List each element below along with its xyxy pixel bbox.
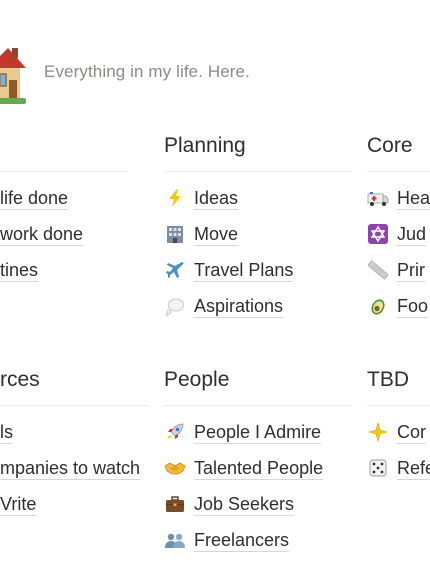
page-link-label: Refe — [397, 457, 430, 480]
page-link-label: ls — [0, 421, 13, 444]
page-link-label: Jud — [397, 223, 427, 246]
people-silhouettes-icon — [164, 529, 186, 551]
star-of-david-icon — [367, 223, 389, 245]
thought-bubble-icon — [164, 295, 186, 317]
page-link-label: Travel Plans — [194, 259, 294, 282]
section-title-people: People — [164, 368, 230, 391]
section-title-tbd: TBD — [367, 368, 409, 391]
page-link-talented-people[interactable]: Talented People — [164, 454, 324, 482]
page-link-cor[interactable]: Cor — [367, 418, 427, 446]
page-link-label: People I Admire — [194, 421, 322, 444]
page-link-freelancers[interactable]: Freelancers — [164, 526, 290, 554]
page-link-work-done[interactable]: work done — [0, 220, 84, 248]
page-link-label: Cor — [397, 421, 427, 444]
avocado-icon — [367, 295, 389, 317]
page-link-label: life done — [0, 187, 69, 210]
page-link-life-done[interactable]: life done — [0, 184, 69, 212]
section-divider — [164, 405, 352, 406]
sparkle-star-icon — [367, 421, 389, 443]
page-link-move[interactable]: Move — [164, 220, 239, 248]
page-link-ideas[interactable]: Ideas — [164, 184, 239, 212]
page-link-job-seekers[interactable]: Job Seekers — [164, 490, 295, 518]
section-divider — [0, 171, 128, 172]
page-link-judaism[interactable]: Jud — [367, 220, 427, 248]
ruler-icon — [367, 259, 389, 281]
house-icon — [0, 48, 26, 104]
page-link-principles[interactable]: Prir — [367, 256, 425, 284]
page-link-label: Talented People — [194, 457, 324, 480]
office-building-icon — [164, 223, 186, 245]
page-link-label: Hea — [397, 187, 430, 210]
page-link-label: Foo — [397, 295, 429, 318]
page-link-label: Aspirations — [194, 295, 284, 318]
page-link-label: Prir — [397, 259, 425, 282]
section-title-core: Core — [367, 134, 413, 157]
lightning-icon — [164, 187, 186, 209]
page-link-label: Move — [194, 223, 239, 246]
dice-icon — [367, 457, 389, 479]
page-link-write[interactable]: Vrite — [0, 490, 37, 518]
page-link-label: Ideas — [194, 187, 239, 210]
handshake-icon — [164, 457, 186, 479]
page-link-health[interactable]: Hea — [367, 184, 430, 212]
page-link-label: Freelancers — [194, 529, 290, 552]
section-divider — [367, 405, 430, 406]
page-link-aspirations[interactable]: Aspirations — [164, 292, 284, 320]
briefcase-icon — [164, 493, 186, 515]
page-link-label: mpanies to watch — [0, 457, 141, 480]
page-link-routines[interactable]: tines — [0, 256, 39, 284]
ambulance-icon — [367, 187, 389, 209]
section-divider — [164, 171, 352, 172]
page-link-label: tines — [0, 259, 39, 282]
page-link-travel-plans[interactable]: Travel Plans — [164, 256, 294, 284]
section-divider — [0, 405, 148, 406]
page-subtitle: Everything in my life. Here. — [44, 62, 250, 81]
section-title-resources: rces — [0, 368, 40, 391]
section-title-planning: Planning — [164, 134, 246, 157]
airplane-icon — [164, 259, 186, 281]
page-link-food[interactable]: Foo — [367, 292, 429, 320]
page-link-companies-to-watch[interactable]: mpanies to watch — [0, 454, 141, 482]
page-link-label: work done — [0, 223, 84, 246]
section-divider — [367, 171, 430, 172]
page-link-label: Vrite — [0, 493, 37, 516]
page-link-label: Job Seekers — [194, 493, 295, 516]
rocket-icon — [164, 421, 186, 443]
page-link-refe[interactable]: Refe — [367, 454, 430, 482]
page-link-tools[interactable]: ls — [0, 418, 13, 446]
page-link-people-i-admire[interactable]: People I Admire — [164, 418, 322, 446]
